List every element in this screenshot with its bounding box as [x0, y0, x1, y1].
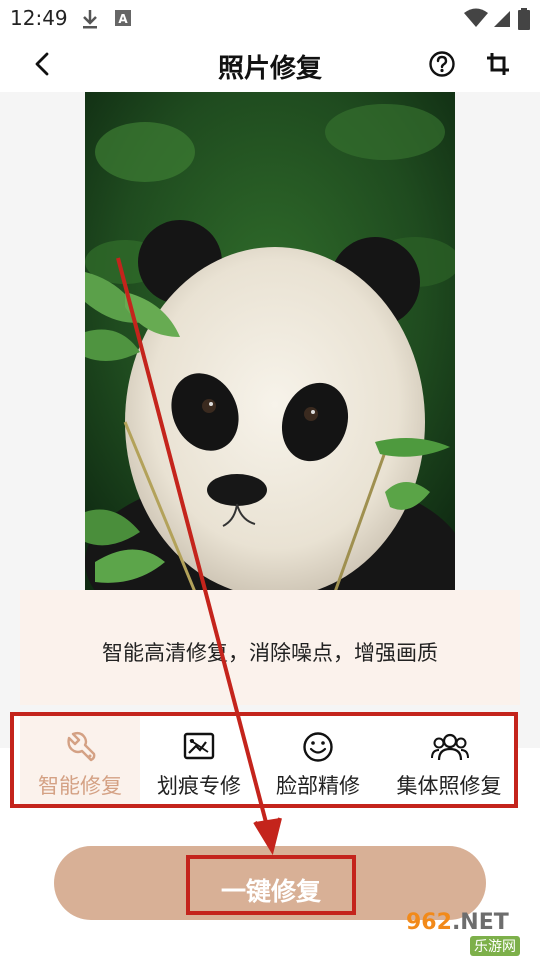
crop-button[interactable]	[484, 50, 512, 78]
mode-label: 脸部精修	[276, 774, 360, 798]
group-people-icon	[430, 730, 470, 764]
page-title: 照片修复	[217, 54, 322, 84]
repair-button-label: 一键修复	[220, 877, 321, 906]
battery-icon	[518, 8, 530, 34]
smiley-face-icon	[301, 730, 335, 764]
status-time: 12:49	[10, 6, 68, 30]
panda-photo	[85, 92, 455, 592]
app-notification-icon: A	[114, 8, 132, 32]
crop-icon	[487, 53, 509, 75]
description-panel: 智能高清修复，消除噪点，增强画质	[20, 590, 520, 705]
app-bar: 照片修复	[0, 36, 540, 92]
wifi-icon	[464, 8, 488, 32]
mode-face-retouch[interactable]: 脸部精修	[258, 716, 378, 804]
download-icon	[80, 8, 100, 34]
scratch-image-icon	[182, 730, 216, 764]
mode-group-photo-repair[interactable]: 集体照修复	[384, 716, 514, 804]
chevron-left-icon	[35, 52, 49, 76]
question-circle-icon	[429, 51, 455, 77]
signal-icon	[492, 8, 512, 32]
mode-scratch-repair[interactable]: 划痕专修	[140, 716, 258, 804]
mode-label: 集体照修复	[396, 774, 502, 798]
wrench-icon	[63, 730, 97, 764]
help-button[interactable]	[428, 50, 456, 78]
repair-mode-selector: 智能修复 划痕专修 脸部精修 集体照修复	[10, 712, 518, 808]
watermark-bottom: 乐游网	[470, 936, 520, 956]
description-text: 智能高清修复，消除噪点，增强画质	[102, 641, 438, 665]
back-button[interactable]	[26, 48, 60, 82]
watermark-top: 962.NET	[406, 910, 509, 935]
repair-highlight-box: 一键修复	[186, 855, 356, 915]
watermark-logo: 962.NET 乐游网	[400, 910, 536, 956]
status-bar: 12:49 A	[0, 0, 540, 36]
mode-label: 划痕专修	[157, 774, 241, 798]
svg-text:A: A	[118, 12, 128, 26]
mode-label: 智能修复	[38, 774, 122, 798]
mode-smart-repair[interactable]: 智能修复	[20, 716, 140, 804]
